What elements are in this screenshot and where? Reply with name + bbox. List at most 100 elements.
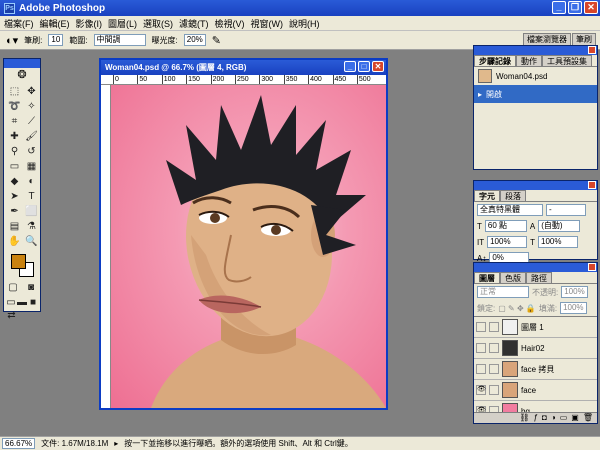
tab-actions[interactable]: 動作: [516, 55, 542, 66]
history-snapshot[interactable]: Woman04.psd: [474, 67, 597, 85]
clone-stamp-tool-icon[interactable]: ⚲: [7, 145, 22, 158]
dodge-tool-icon[interactable]: ◐: [24, 175, 39, 188]
notes-tool-icon[interactable]: ▤: [7, 220, 22, 233]
document-title-bar[interactable]: Woman04.psd @ 66.7% (圖層 4, RGB) _ □ ✕: [101, 60, 386, 75]
layer-row[interactable]: 👁 face: [474, 380, 597, 401]
fill-field[interactable]: 100%: [560, 302, 587, 314]
history-panel-title-bar[interactable]: [474, 46, 597, 55]
pen-tool-icon[interactable]: ✒: [7, 205, 22, 218]
tab-layers[interactable]: 圖層: [474, 272, 500, 283]
tab-character[interactable]: 字元: [474, 190, 500, 201]
brush-tool-icon[interactable]: 🖌: [24, 130, 39, 143]
visibility-eye-icon[interactable]: 👁: [476, 385, 486, 395]
image-canvas[interactable]: [111, 85, 386, 408]
vertical-ruler[interactable]: [101, 85, 111, 408]
menu-file[interactable]: 檔案(F): [4, 17, 34, 30]
toolbox-title-bar[interactable]: [4, 59, 40, 68]
restore-button[interactable]: ❐: [568, 1, 582, 14]
move-tool-icon[interactable]: ✥: [24, 85, 39, 98]
font-style-select[interactable]: -: [546, 204, 586, 216]
layer-row[interactable]: face 拷貝: [474, 359, 597, 380]
menu-image[interactable]: 影像(I): [76, 17, 103, 30]
tab-paths[interactable]: 路徑: [526, 272, 552, 283]
range-select[interactable]: 中間調: [93, 34, 146, 46]
screen-mode-standard-icon[interactable]: ▭: [6, 296, 16, 309]
screen-mode-full-menu-icon[interactable]: ▬: [17, 296, 27, 309]
layers-panel-title-bar[interactable]: [474, 263, 597, 272]
new-adjustment-layer-icon[interactable]: ◑: [551, 413, 556, 423]
gradient-tool-icon[interactable]: ▦: [24, 160, 39, 173]
visibility-eye-icon[interactable]: [476, 343, 486, 353]
menu-select[interactable]: 選取(S): [143, 17, 173, 30]
standard-mode-icon[interactable]: ▢: [6, 281, 21, 294]
minimize-button[interactable]: _: [552, 1, 566, 14]
doc-maximize-button[interactable]: □: [358, 61, 370, 72]
brush-size-picker[interactable]: 10: [48, 34, 64, 46]
slice-tool-icon[interactable]: ⟋: [24, 115, 39, 128]
panel-close-icon[interactable]: [588, 181, 596, 189]
new-set-icon[interactable]: ▭: [560, 413, 568, 423]
link-icon[interactable]: [489, 322, 499, 332]
font-size-field[interactable]: 60 點: [484, 220, 527, 232]
menu-edit[interactable]: 編輯(E): [40, 17, 70, 30]
tab-history[interactable]: 步驟記錄: [474, 55, 516, 66]
history-brush-tool-icon[interactable]: ↺: [24, 145, 39, 158]
quick-mask-mode-icon[interactable]: ◙: [24, 281, 39, 294]
path-selection-tool-icon[interactable]: ➤: [7, 190, 22, 203]
font-family-select[interactable]: 全真特黑體: [477, 204, 543, 216]
character-panel-title-bar[interactable]: [474, 181, 597, 190]
zoom-tool-icon[interactable]: 🔍: [24, 235, 39, 248]
blend-mode-select[interactable]: 正常: [477, 286, 529, 298]
panel-close-icon[interactable]: [588, 46, 596, 54]
close-button[interactable]: ✕: [584, 1, 598, 14]
panel-close-icon[interactable]: [588, 263, 596, 271]
link-icon[interactable]: [489, 343, 499, 353]
visibility-eye-icon[interactable]: [476, 364, 486, 374]
doc-minimize-button[interactable]: _: [344, 61, 356, 72]
zoom-field[interactable]: 66.67%: [2, 438, 36, 449]
marquee-tool-icon[interactable]: ⬚: [7, 85, 22, 98]
menu-filter[interactable]: 濾鏡(T): [179, 17, 209, 30]
tab-channels[interactable]: 色版: [500, 272, 526, 283]
link-icon[interactable]: [489, 364, 499, 374]
lock-icons[interactable]: ▢ ✎ ✥ 🔒: [498, 304, 536, 313]
lasso-tool-icon[interactable]: ➰: [7, 100, 22, 113]
dodge-tool-icon[interactable]: ◐▾: [6, 34, 18, 47]
link-icon[interactable]: [489, 385, 499, 395]
delete-layer-icon[interactable]: 🗑: [583, 413, 593, 423]
airbrush-icon[interactable]: ✎: [212, 34, 221, 47]
screen-mode-full-icon[interactable]: ■: [28, 296, 38, 309]
jump-to-imageready-icon[interactable]: ⇄: [4, 309, 19, 322]
history-step[interactable]: ▸ 開啟: [474, 85, 597, 103]
menu-window[interactable]: 視窗(W): [251, 17, 284, 30]
new-layer-icon[interactable]: ▣: [571, 413, 579, 423]
link-layers-icon[interactable]: ⛓: [519, 413, 529, 423]
healing-brush-tool-icon[interactable]: ✚: [7, 130, 22, 143]
add-mask-icon[interactable]: ◘: [542, 413, 547, 423]
tab-tool-presets[interactable]: 工具預設集: [542, 55, 592, 66]
tab-paragraph[interactable]: 段落: [500, 190, 526, 201]
exposure-field[interactable]: 20%: [183, 34, 206, 46]
menu-help[interactable]: 說明(H): [289, 17, 320, 30]
layer-row[interactable]: 圖層 1: [474, 317, 597, 338]
blur-tool-icon[interactable]: ◆: [7, 175, 22, 188]
hand-tool-icon[interactable]: ✋: [7, 235, 22, 248]
layer-style-icon[interactable]: ƒ: [534, 413, 538, 423]
foreground-color-swatch[interactable]: [11, 254, 26, 269]
leading-field[interactable]: (自動): [538, 220, 581, 232]
eraser-tool-icon[interactable]: ▭: [7, 160, 22, 173]
visibility-eye-icon[interactable]: [476, 322, 486, 332]
menu-view[interactable]: 檢視(V): [215, 17, 245, 30]
vertical-scale-field[interactable]: 100%: [487, 236, 528, 248]
layer-row[interactable]: Hair02: [474, 338, 597, 359]
opacity-field[interactable]: 100%: [561, 286, 588, 298]
horizontal-ruler[interactable]: 0 50 100 150 200 250 300 350 400 450 500: [101, 75, 386, 85]
crop-tool-icon[interactable]: ⌗: [7, 115, 22, 128]
adobe-online-icon[interactable]: ❂: [4, 68, 40, 82]
magic-wand-tool-icon[interactable]: ✧: [24, 100, 39, 113]
shape-tool-icon[interactable]: ⬜: [24, 205, 39, 218]
horizontal-scale-field[interactable]: 100%: [538, 236, 578, 248]
doc-close-button[interactable]: ✕: [372, 61, 384, 72]
eyedropper-tool-icon[interactable]: ⚗: [24, 220, 39, 233]
menu-layer[interactable]: 圖層(L): [108, 17, 137, 30]
